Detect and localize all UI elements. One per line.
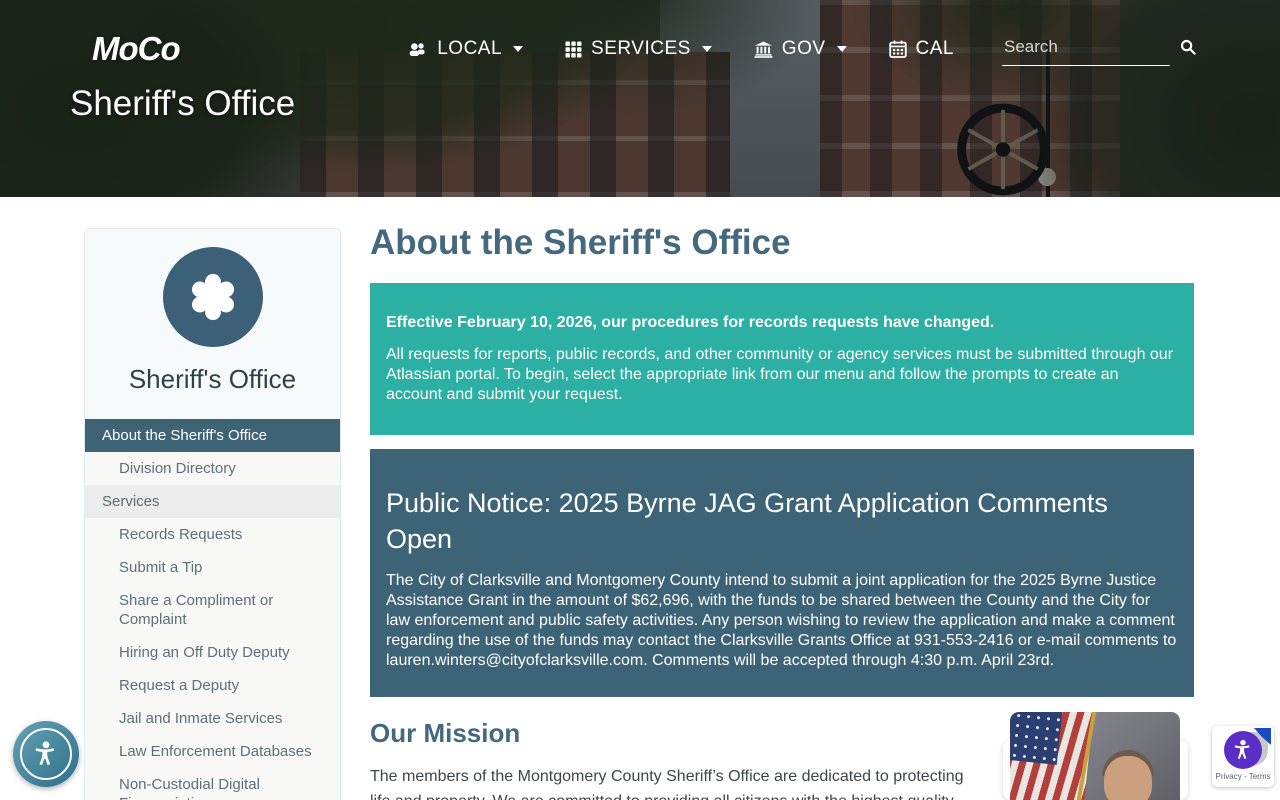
nav-item-label: GOV xyxy=(781,38,826,59)
calendar-icon xyxy=(888,40,907,58)
sidebar-menu: About the Sheriff's Office Division Dire… xyxy=(85,419,340,800)
sidebar-item-request-a-deputy[interactable]: Request a Deputy xyxy=(85,669,340,702)
sheriff-portrait-photo xyxy=(1010,712,1180,800)
landmark-icon xyxy=(754,41,773,58)
sidebar-item-submit-a-tip[interactable]: Submit a Tip xyxy=(85,551,340,584)
accessibility-icon xyxy=(20,728,72,780)
portrait-face xyxy=(1104,756,1152,800)
public-notice-body: The City of Clarksville and Montgomery C… xyxy=(386,572,1177,669)
sidebar-item-compliment-complaint[interactable]: Share a Compliment or Complaint xyxy=(85,584,340,636)
main-nav: LOCAL SERVICES GOV CAL Search xyxy=(408,32,1196,66)
users-icon xyxy=(408,41,428,58)
accessibility-icon[interactable] xyxy=(1224,731,1262,769)
site-search xyxy=(1002,32,1196,66)
sidebar-item-off-duty-deputy[interactable]: Hiring an Off Duty Deputy xyxy=(85,636,340,669)
nav-item-label: SERVICES xyxy=(591,38,691,59)
public-notice-title: Public Notice: 2025 Byrne JAG Grant Appl… xyxy=(386,488,1108,554)
grid-icon xyxy=(565,41,582,58)
chevron-down-icon xyxy=(836,46,847,52)
sidebar-item-records-requests[interactable]: Records Requests xyxy=(85,518,340,551)
nav-item-services[interactable]: SERVICES xyxy=(565,38,712,60)
privacy-terms-label[interactable]: Privacy - Terms xyxy=(1212,772,1274,781)
nav-item-gov[interactable]: GOV xyxy=(754,38,847,60)
chevron-down-icon xyxy=(701,46,712,52)
recaptcha-badge: Privacy - Terms xyxy=(1212,726,1274,787)
nav-item-label: CAL xyxy=(915,38,954,59)
sidebar-item-jail-inmate[interactable]: Jail and Inmate Services xyxy=(85,702,340,735)
sidebar-item-fingerprinting[interactable]: Non-Custodial Digital Fingerprinting xyxy=(85,768,340,800)
sheriff-badge-icon xyxy=(162,247,263,347)
page-title: About the Sheriff's Office xyxy=(370,223,791,262)
records-notice-lead: Effective February 10, 2026, our procedu… xyxy=(386,314,995,331)
accessibility-widget-button[interactable] xyxy=(13,721,79,787)
chevron-down-icon xyxy=(513,46,524,52)
sidebar: Sheriff's Office About the Sheriff's Off… xyxy=(84,228,341,800)
sidebar-title: Sheriff's Office xyxy=(128,364,297,394)
sidebar-item-division-directory[interactable]: Division Directory xyxy=(85,452,340,485)
search-icon[interactable] xyxy=(1180,39,1196,66)
public-notice-banner: Public Notice: 2025 Byrne JAG Grant Appl… xyxy=(370,449,1194,697)
sidebar-header: Sheriff's Office xyxy=(85,229,340,395)
sidebar-item-about[interactable]: About the Sheriff's Office xyxy=(85,419,340,452)
search-input[interactable] xyxy=(1002,32,1170,66)
us-flag-canton xyxy=(1010,712,1063,765)
nav-item-local[interactable]: LOCAL xyxy=(408,38,524,60)
records-notice-body: All requests for reports, public records… xyxy=(386,346,1174,403)
nav-item-label: LOCAL xyxy=(437,38,503,59)
hero-banner: MoCo LOCAL SERVICES GOV CAL Search Sheri… xyxy=(0,0,1280,197)
records-notice-banner: Effective February 10, 2026, our procedu… xyxy=(370,283,1194,435)
sidebar-item-law-databases[interactable]: Law Enforcement Databases xyxy=(85,735,340,768)
mission-body: The members of the Montgomery County She… xyxy=(370,768,964,800)
sidebar-section-services[interactable]: Services xyxy=(85,485,340,518)
nav-item-cal[interactable]: CAL xyxy=(888,38,954,60)
site-logo[interactable]: MoCo xyxy=(92,30,181,68)
hero-page-title: Sheriff's Office xyxy=(70,84,296,123)
top-navbar: MoCo LOCAL SERVICES GOV CAL Search xyxy=(0,26,1280,72)
